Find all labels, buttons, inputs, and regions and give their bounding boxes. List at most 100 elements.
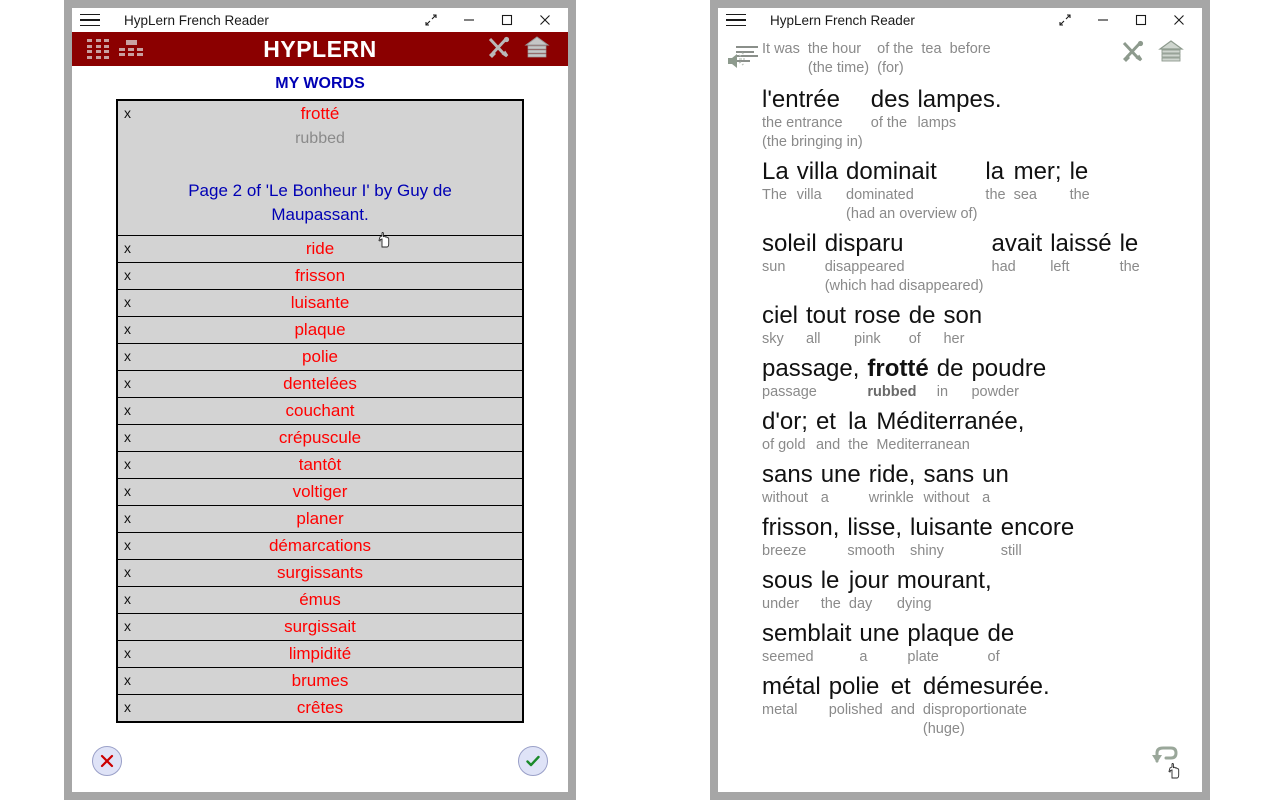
word-page-note[interactable]: Page 2 of 'Le Bonheur I' by Guy de Maupa…: [118, 151, 522, 227]
hamburger-icon[interactable]: [726, 13, 756, 27]
delete-word-button[interactable]: x: [124, 402, 131, 418]
delete-word-button[interactable]: x: [124, 429, 131, 445]
table-row[interactable]: x limpidité: [118, 641, 522, 668]
grid-header-icon[interactable]: [119, 38, 143, 60]
table-row[interactable]: x brumes: [118, 668, 522, 695]
delete-word-button[interactable]: x: [124, 267, 131, 283]
reader-token[interactable]: de in: [937, 355, 964, 402]
table-row[interactable]: x voltiger: [118, 479, 522, 506]
reader-token[interactable]: métal metal: [762, 673, 821, 720]
reader-token[interactable]: La The: [762, 158, 789, 205]
table-row[interactable]: x couchant: [118, 398, 522, 425]
table-row[interactable]: x surgissants: [118, 560, 522, 587]
reader-token[interactable]: It was: [762, 40, 800, 59]
reader-token[interactable]: une a: [821, 461, 861, 508]
reader-token[interactable]: l'entrée the entrance (the bringing in): [762, 86, 863, 152]
delete-word-button[interactable]: x: [124, 105, 131, 121]
home-icon[interactable]: [1158, 40, 1184, 67]
delete-word-button[interactable]: x: [124, 456, 131, 472]
tools-icon[interactable]: [1120, 40, 1144, 67]
table-row[interactable]: x surgissait: [118, 614, 522, 641]
delete-word-button[interactable]: x: [124, 348, 131, 364]
reader-token[interactable]: un a: [982, 461, 1009, 508]
reader-token[interactable]: encore still: [1001, 514, 1074, 561]
reader-token[interactable]: et and: [891, 673, 915, 720]
reader-token[interactable]: laissé left: [1050, 230, 1111, 277]
reader-token[interactable]: frotté rubbed: [867, 355, 928, 402]
reader-token[interactable]: villa villa: [797, 158, 838, 205]
close-button[interactable]: [1160, 8, 1198, 32]
reader-token[interactable]: mer; sea: [1014, 158, 1062, 205]
table-row[interactable]: x émus: [118, 587, 522, 614]
delete-word-button[interactable]: x: [124, 510, 131, 526]
reader-token[interactable]: dominait dominated (had an overview of): [846, 158, 977, 224]
reader-token[interactable]: lampes. lamps: [917, 86, 1001, 133]
delete-word-button[interactable]: x: [124, 321, 131, 337]
maximize-button[interactable]: [1122, 8, 1160, 32]
table-row[interactable]: x luisante: [118, 290, 522, 317]
reader-token[interactable]: jour day: [849, 567, 889, 614]
reader-token[interactable]: des of the: [871, 86, 910, 133]
maximize-button[interactable]: [488, 8, 526, 32]
reader-token[interactable]: la the: [985, 158, 1005, 205]
expand-button[interactable]: [1046, 8, 1084, 32]
reader-token[interactable]: démesurée. disproportionate (huge): [923, 673, 1050, 739]
table-row-expanded[interactable]: x frotté rubbed Page 2 of 'Le Bonheur I'…: [118, 101, 522, 236]
close-button[interactable]: [526, 8, 564, 32]
tools-icon[interactable]: [486, 36, 510, 63]
reader-token[interactable]: soleil sun: [762, 230, 817, 277]
delete-word-button[interactable]: x: [124, 483, 131, 499]
reader-token[interactable]: tout all: [806, 302, 846, 349]
speaker-icon[interactable]: [726, 50, 752, 72]
reader-token[interactable]: luisante shiny: [910, 514, 993, 561]
reader-token[interactable]: of the (for): [877, 40, 913, 78]
delete-word-button[interactable]: x: [124, 537, 131, 553]
reader-token[interactable]: rose pink: [854, 302, 901, 349]
reader-token[interactable]: mourant, dying: [897, 567, 992, 614]
reader-token[interactable]: et and: [816, 408, 840, 455]
table-row[interactable]: x tantôt: [118, 452, 522, 479]
table-row[interactable]: x frisson: [118, 263, 522, 290]
delete-word-button[interactable]: x: [124, 375, 131, 391]
reader-token[interactable]: passage, passage: [762, 355, 859, 402]
reader-token[interactable]: avait had: [992, 230, 1043, 277]
table-row[interactable]: x planer: [118, 506, 522, 533]
reader-token[interactable]: poudre powder: [971, 355, 1046, 402]
minimize-button[interactable]: [450, 8, 488, 32]
reader-token[interactable]: une a: [859, 620, 899, 667]
reader-token[interactable]: d'or; of gold: [762, 408, 808, 455]
reader-token[interactable]: le the: [821, 567, 841, 614]
table-row[interactable]: x polie: [118, 344, 522, 371]
table-row[interactable]: x dentelées: [118, 371, 522, 398]
home-icon[interactable]: [524, 35, 550, 63]
reader-token[interactable]: semblait seemed: [762, 620, 851, 667]
grid-icon[interactable]: [87, 39, 109, 59]
reader-token[interactable]: ride, wrinkle: [869, 461, 916, 508]
minimize-button[interactable]: [1084, 8, 1122, 32]
delete-word-button[interactable]: x: [124, 294, 131, 310]
reader-token[interactable]: de of: [988, 620, 1015, 667]
delete-word-button[interactable]: x: [124, 618, 131, 634]
undo-arrow-icon[interactable]: [1148, 741, 1178, 774]
reader-token[interactable]: polie polished: [829, 673, 883, 720]
reader-token[interactable]: tea: [921, 40, 941, 59]
reader-token[interactable]: sans without: [762, 461, 813, 508]
reader-token[interactable]: ciel sky: [762, 302, 798, 349]
table-row[interactable]: x crépuscule: [118, 425, 522, 452]
reader-token[interactable]: sans without: [923, 461, 974, 508]
delete-word-button[interactable]: x: [124, 672, 131, 688]
reader-token[interactable]: frisson, breeze: [762, 514, 839, 561]
confirm-button[interactable]: [518, 746, 548, 776]
table-row[interactable]: x démarcations: [118, 533, 522, 560]
reader-token[interactable]: le the: [1070, 158, 1090, 205]
reader-token[interactable]: disparu disappeared (which had disappeared…: [825, 230, 984, 296]
reader-token[interactable]: lisse, smooth: [847, 514, 902, 561]
reader-token[interactable]: plaque plate: [907, 620, 979, 667]
cancel-button[interactable]: [92, 746, 122, 776]
reader-token[interactable]: Méditerranée, Mediterranean: [876, 408, 1024, 455]
hamburger-icon[interactable]: [80, 13, 110, 27]
reader-token[interactable]: le the: [1120, 230, 1140, 277]
delete-word-button[interactable]: x: [124, 240, 131, 256]
delete-word-button[interactable]: x: [124, 591, 131, 607]
reader-token[interactable]: the hour (the time): [808, 40, 869, 78]
